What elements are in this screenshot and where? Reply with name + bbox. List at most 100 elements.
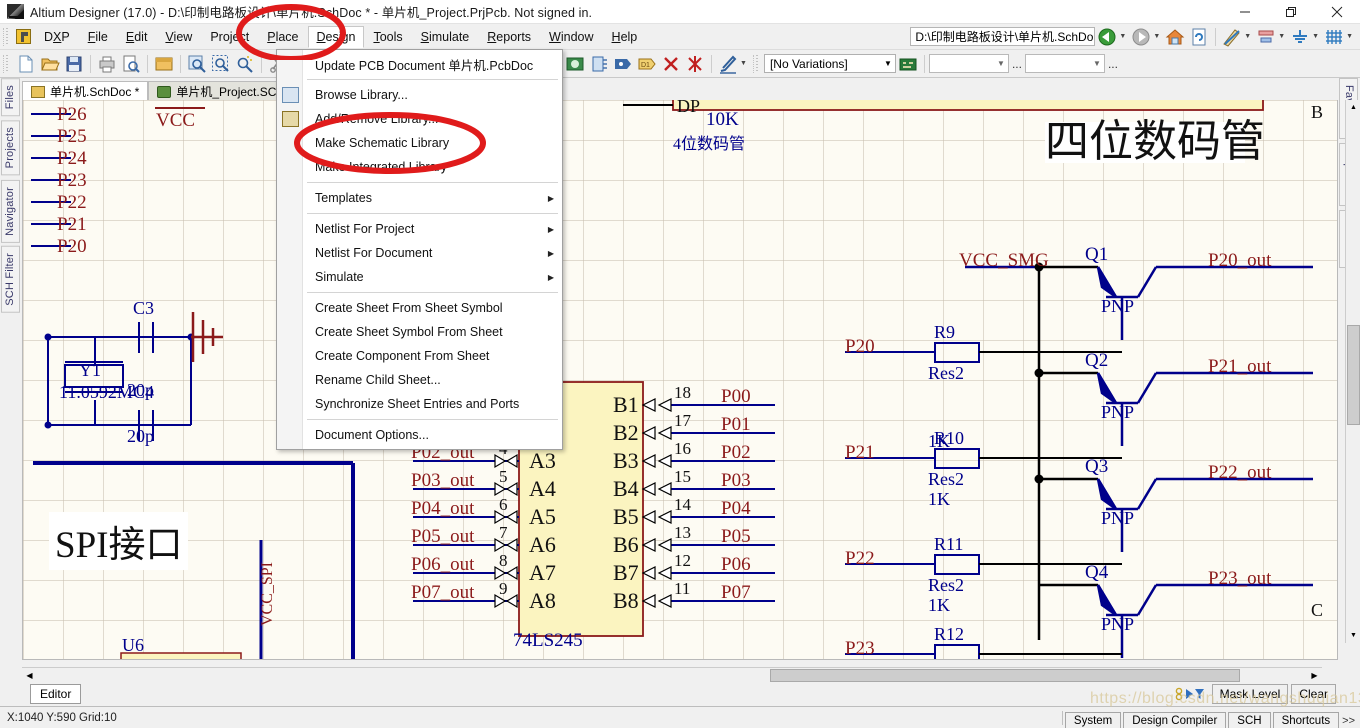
menu-item-simulate[interactable]: Simulate ▶ [277, 265, 562, 289]
toolbar-grip-2[interactable] [752, 54, 762, 73]
menu-item-synchronize-sheet-entries-and-ports[interactable]: Synchronize Sheet Entries and Ports [277, 392, 562, 416]
menu-dxp[interactable]: DXP [35, 26, 79, 48]
tab-project-document[interactable]: 单片机_Project.SCH [148, 81, 295, 101]
place-no-erc-icon[interactable] [660, 53, 682, 75]
menu-tools[interactable]: Tools [364, 26, 411, 48]
tab-schematic-document[interactable]: 单片机.SchDoc * [22, 81, 149, 101]
menu-bar: DXP File Edit View Project Place Design … [0, 24, 1360, 50]
place-device-sheet-icon[interactable] [564, 53, 586, 75]
print-icon[interactable] [96, 53, 118, 75]
forward-dropdown-icon[interactable]: ▼ [1153, 33, 1160, 40]
variations-combo[interactable]: [No Variations] ▼ [763, 54, 896, 73]
open-document-icon[interactable] [39, 53, 61, 75]
zoom-fit-icon[interactable] [186, 53, 208, 75]
menu-item-netlist-for-document[interactable]: Netlist For Document ▶ [277, 241, 562, 265]
horizontal-scrollbar[interactable]: ◀ ▶ [22, 667, 1322, 682]
status-overflow-button[interactable]: >> [1339, 713, 1358, 728]
menu-item-make-integrated-library[interactable]: Make Integrated Library [277, 155, 562, 179]
annotate-dropdown-icon[interactable]: ▼ [740, 60, 747, 67]
measure-icon[interactable] [1221, 26, 1243, 48]
grid-icon[interactable] [1323, 26, 1345, 48]
spi-section-title: SPI接口 [49, 512, 189, 570]
navigate-forward-icon[interactable] [1130, 26, 1152, 48]
sidebar-item-sch-filter[interactable]: SCH Filter [1, 246, 20, 314]
filter-combo-2[interactable]: ▼ [1024, 54, 1105, 73]
status-button-design-compiler[interactable]: Design Compiler [1123, 711, 1227, 728]
refresh-document-icon[interactable] [1188, 26, 1210, 48]
status-button-system[interactable]: System [1064, 711, 1122, 728]
scroll-up-icon[interactable]: ▲ [1346, 100, 1360, 115]
ic-pin-b6: B6 [613, 532, 639, 557]
menu-item-templates[interactable]: Templates ▶ [277, 186, 562, 210]
clear-no-erc-icon[interactable] [684, 53, 706, 75]
place-harness-connector-icon[interactable] [588, 53, 610, 75]
menu-item-create-sheet-from-sheet-symbol[interactable]: Create Sheet From Sheet Symbol [277, 296, 562, 320]
zoom-area-icon[interactable] [210, 53, 232, 75]
print-preview-icon[interactable] [120, 53, 142, 75]
maximize-button[interactable] [1268, 0, 1314, 24]
scroll-down-icon[interactable]: ▼ [1346, 628, 1360, 643]
sidebar-item-projects[interactable]: Projects [1, 120, 20, 176]
horizontal-scroll-thumb[interactable] [770, 669, 1240, 682]
place-designator-icon[interactable]: D1 [636, 53, 658, 75]
menubar-grip[interactable] [3, 27, 12, 46]
sidebar-item-files[interactable]: Files [1, 78, 20, 117]
schematic-canvas[interactable]: P26 P25 P24 P23 P22 P21 P20 VCC 10K C3 2… [22, 100, 1338, 660]
status-button-sch[interactable]: SCH [1228, 711, 1271, 728]
new-document-icon[interactable] [15, 53, 37, 75]
svg-text:D1: D1 [641, 62, 650, 69]
sidebar-item-navigator[interactable]: Navigator [1, 179, 20, 243]
menu-window[interactable]: Window [540, 26, 602, 48]
menu-edit[interactable]: Edit [117, 26, 157, 48]
scroll-left-icon[interactable]: ◀ [22, 668, 37, 683]
menu-item-make-schematic-library[interactable]: Make Schematic Library [277, 131, 562, 155]
grid-dropdown-icon[interactable]: ▼ [1346, 33, 1353, 40]
filter-1-ellipsis-button[interactable]: ... [1012, 57, 1022, 71]
align-dropdown-icon[interactable]: ▼ [1278, 33, 1285, 40]
menu-help[interactable]: Help [603, 26, 647, 48]
menu-item-create-sheet-symbol-from-sheet[interactable]: Create Sheet Symbol From Sheet [277, 320, 562, 344]
menu-item-browse-library[interactable]: Browse Library... [277, 83, 562, 107]
pcb-board-icon[interactable] [897, 53, 919, 75]
menu-design[interactable]: Design [307, 25, 365, 48]
annotate-icon[interactable] [717, 53, 739, 75]
resistor-value-r10: 1K [928, 489, 950, 509]
open-document-list-icon[interactable] [153, 53, 175, 75]
menu-place[interactable]: Place [258, 26, 307, 48]
zoom-selected-icon[interactable] [234, 53, 256, 75]
ground-symbol-icon[interactable] [1289, 26, 1311, 48]
menu-item-rename-child-sheet[interactable]: Rename Child Sheet... [277, 368, 562, 392]
vertical-scroll-thumb[interactable] [1347, 325, 1360, 425]
back-dropdown-icon[interactable]: ▼ [1119, 33, 1126, 40]
menu-project[interactable]: Project [201, 26, 258, 48]
menu-item-document-options[interactable]: Document Options... [277, 423, 562, 447]
filter-2-ellipsis-button[interactable]: ... [1108, 57, 1118, 71]
document-path-combo[interactable]: D:\印制电路板设计\单片机.SchDo ▼ [910, 27, 1096, 46]
menu-file[interactable]: File [79, 26, 117, 48]
place-port-icon[interactable] [612, 53, 634, 75]
filter-combo-1[interactable]: ▼ [928, 54, 1009, 73]
save-document-icon[interactable] [63, 53, 85, 75]
measure-dropdown-icon[interactable]: ▼ [1244, 33, 1251, 40]
menu-reports[interactable]: Reports [478, 26, 540, 48]
menu-simulate[interactable]: Simulate [412, 26, 479, 48]
align-icon[interactable] [1255, 26, 1277, 48]
menu-item-label: Netlist For Project [315, 222, 415, 236]
minimize-button[interactable] [1222, 0, 1268, 24]
menu-item-netlist-for-project[interactable]: Netlist For Project ▶ [277, 217, 562, 241]
status-button-shortcuts[interactable]: Shortcuts [1272, 711, 1340, 728]
vertical-scrollbar[interactable]: ▲ ▼ [1345, 100, 1360, 643]
dxp-icon[interactable] [16, 29, 31, 44]
menu-view[interactable]: View [156, 26, 201, 48]
menu-item-create-component-from-sheet[interactable]: Create Component From Sheet [277, 344, 562, 368]
design-dropdown-menu[interactable]: Update PCB Document 单片机.PcbDoc Browse Li… [276, 49, 563, 450]
toolbar-grip-1[interactable] [3, 54, 12, 73]
menu-item-update-pcb-document[interactable]: Update PCB Document 单片机.PcbDoc [277, 52, 562, 76]
navigate-back-icon[interactable] [1096, 26, 1118, 48]
editor-panel-tab[interactable]: Editor [30, 684, 82, 704]
close-button[interactable] [1314, 0, 1360, 24]
ground-dropdown-icon[interactable]: ▼ [1312, 33, 1319, 40]
menu-item-add-remove-library[interactable]: Add/Remove Library... [277, 107, 562, 131]
scroll-right-icon[interactable]: ▶ [1307, 668, 1322, 683]
home-icon[interactable] [1164, 26, 1186, 48]
